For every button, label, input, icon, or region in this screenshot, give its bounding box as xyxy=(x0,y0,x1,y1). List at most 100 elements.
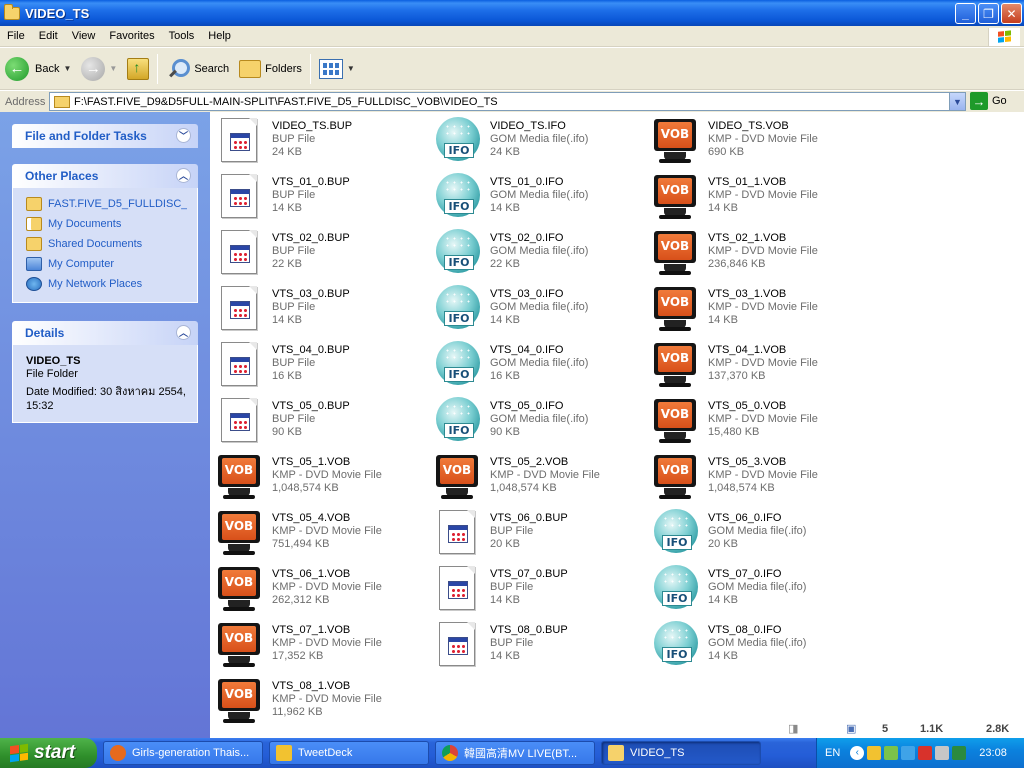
views-button[interactable]: ▼ xyxy=(314,51,360,87)
file-info: VTS_05_0.BUP BUP File 90 KB xyxy=(272,396,350,439)
vob-file-icon: VOB xyxy=(652,228,700,276)
address-field[interactable]: F:\FAST.FIVE_D9&D5FULL-MAIN-SPLIT\FAST.F… xyxy=(49,92,966,111)
place-link[interactable]: My Computer xyxy=(26,254,187,274)
file-item[interactable]: VOB VTS_05_4.VOB KMP - DVD Movie File 751,4… xyxy=(216,508,431,562)
file-item[interactable]: VTS_05_0.BUP BUP File 90 KB xyxy=(216,396,431,450)
back-button[interactable]: ← Back ▼ xyxy=(0,51,76,87)
file-item[interactable]: VTS_04_0.BUP BUP File 16 KB xyxy=(216,340,431,394)
file-info: VTS_02_0.IFO GOM Media file(.ifo) 22 KB xyxy=(490,228,588,271)
language-indicator[interactable]: EN xyxy=(825,747,840,759)
file-size: 20 KB xyxy=(708,538,738,550)
file-info: VTS_02_1.VOB KMP - DVD Movie File 236,846 … xyxy=(708,228,818,271)
tweetdeck-icon xyxy=(276,745,292,761)
collapse-icon[interactable]: ︿ xyxy=(176,325,191,340)
file-item[interactable]: VTS_01_0.BUP BUP File 14 KB xyxy=(216,172,431,226)
file-name: VIDEO_TS.BUP xyxy=(272,120,353,132)
file-item[interactable]: VTS_06_0.BUP BUP File 20 KB xyxy=(434,508,649,562)
address-dropdown-button[interactable]: ▼ xyxy=(949,93,965,110)
taskbar-button[interactable]: Girls-generation Thais... xyxy=(103,741,263,765)
file-type: KMP - DVD Movie File xyxy=(708,189,818,201)
tray-app-icon[interactable] xyxy=(901,746,916,760)
expand-icon[interactable]: ﹀ xyxy=(176,128,191,143)
file-size: 262,312 KB xyxy=(272,594,330,606)
other-places-header[interactable]: Other Places ︿ xyxy=(12,164,198,188)
file-item[interactable]: VTS_03_0.BUP BUP File 14 KB xyxy=(216,284,431,338)
file-item[interactable]: VOB VTS_04_1.VOB KMP - DVD Movie File 137,3… xyxy=(652,340,867,394)
place-link[interactable]: My Documents xyxy=(26,214,187,234)
file-type: KMP - DVD Movie File xyxy=(708,245,818,257)
collapse-icon[interactable]: ︿ xyxy=(176,168,191,183)
file-item[interactable]: VOB VTS_05_3.VOB KMP - DVD Movie File 1,048… xyxy=(652,452,867,506)
file-item[interactable]: VOB VTS_06_1.VOB KMP - DVD Movie File 262,3… xyxy=(216,564,431,618)
file-item[interactable]: VIDEO_TS.BUP BUP File 24 KB xyxy=(216,116,431,170)
tray-app-icon[interactable] xyxy=(867,746,882,760)
folders-button[interactable]: Folders xyxy=(234,51,307,87)
file-item[interactable]: VOB VTS_03_1.VOB KMP - DVD Movie File 14 KB xyxy=(652,284,867,338)
tray-app-icon[interactable] xyxy=(884,746,899,760)
tray-expand-icon[interactable]: ‹ xyxy=(850,746,865,760)
file-name: VTS_08_1.VOB xyxy=(272,680,351,692)
taskbar-button[interactable]: TweetDeck xyxy=(269,741,429,765)
file-folder-tasks-title: File and Folder Tasks xyxy=(25,129,147,143)
menu-tools[interactable]: Tools xyxy=(162,30,202,42)
tray-app-icon[interactable] xyxy=(952,746,967,760)
folders-icon xyxy=(239,59,262,78)
search-label: Search xyxy=(194,62,230,75)
file-item[interactable]: IFO VTS_05_0.IFO GOM Media file(.ifo) 90 KB xyxy=(434,396,649,450)
tray-app-icon[interactable] xyxy=(918,746,933,760)
file-item[interactable]: VOB VTS_08_1.VOB KMP - DVD Movie File 11,96… xyxy=(216,676,431,730)
file-info: VTS_08_0.BUP BUP File 14 KB xyxy=(490,620,568,663)
file-item[interactable]: IFO VTS_01_0.IFO GOM Media file(.ifo) 14 KB xyxy=(434,172,649,226)
place-link[interactable]: My Network Places xyxy=(26,274,187,294)
menu-help[interactable]: Help xyxy=(201,30,238,42)
file-item[interactable]: IFO VTS_08_0.IFO GOM Media file(.ifo) 14 KB xyxy=(652,620,867,674)
tray-app-icon[interactable] xyxy=(935,746,950,760)
file-type: GOM Media file(.ifo) xyxy=(490,245,589,257)
search-button[interactable]: Search xyxy=(161,51,234,87)
minimize-button[interactable]: _ xyxy=(955,3,976,24)
close-button[interactable]: ✕ xyxy=(1001,3,1022,24)
file-name: VTS_05_1.VOB xyxy=(272,456,351,468)
file-item[interactable]: VOB VTS_02_1.VOB KMP - DVD Movie File 236,8… xyxy=(652,228,867,282)
folder-icon xyxy=(54,95,70,108)
file-item[interactable]: VOB VTS_05_0.VOB KMP - DVD Movie File 15,48… xyxy=(652,396,867,450)
maximize-button[interactable]: ❐ xyxy=(978,3,999,24)
place-link[interactable]: Shared Documents xyxy=(26,234,187,254)
go-button[interactable]: → Go xyxy=(970,92,1007,110)
menu-view[interactable]: View xyxy=(65,30,103,42)
file-item[interactable]: VOB VIDEO_TS.VOB KMP - DVD Movie File 690 K… xyxy=(652,116,867,170)
file-item[interactable]: VTS_07_0.BUP BUP File 14 KB xyxy=(434,564,649,618)
file-item[interactable]: VOB VTS_01_1.VOB KMP - DVD Movie File 14 KB xyxy=(652,172,867,226)
taskbar-button[interactable]: VIDEO_TS xyxy=(601,741,761,765)
file-item[interactable]: VOB VTS_05_2.VOB KMP - DVD Movie File 1,048… xyxy=(434,452,649,506)
file-type: GOM Media file(.ifo) xyxy=(490,357,589,369)
file-info: VTS_01_1.VOB KMP - DVD Movie File 14 KB xyxy=(708,172,818,215)
file-item[interactable]: VOB VTS_07_1.VOB KMP - DVD Movie File 17,35… xyxy=(216,620,431,674)
file-item[interactable]: VTS_02_0.BUP BUP File 22 KB xyxy=(216,228,431,282)
taskbar-button[interactable]: 韓國高清MV LIVE(BT... xyxy=(435,741,595,765)
place-link[interactable]: FAST.FIVE_D5_FULLDISC_\ xyxy=(26,194,187,214)
file-item[interactable]: VOB VTS_05_1.VOB KMP - DVD Movie File 1,048… xyxy=(216,452,431,506)
file-name: VTS_05_0.IFO xyxy=(490,400,564,412)
file-item[interactable]: IFO VIDEO_TS.IFO GOM Media file(.ifo) 24 KB xyxy=(434,116,649,170)
file-item[interactable]: IFO VTS_03_0.IFO GOM Media file(.ifo) 14 KB xyxy=(434,284,649,338)
file-item[interactable]: IFO VTS_06_0.IFO GOM Media file(.ifo) 20 KB xyxy=(652,508,867,562)
details-header[interactable]: Details ︿ xyxy=(12,321,198,345)
vob-file-icon: VOB xyxy=(652,340,700,388)
menu-favorites[interactable]: Favorites xyxy=(102,30,161,42)
menu-edit[interactable]: Edit xyxy=(32,30,65,42)
file-item[interactable]: IFO VTS_04_0.IFO GOM Media file(.ifo) 16 KB xyxy=(434,340,649,394)
windows-logo-icon xyxy=(988,28,1020,46)
forward-button[interactable]: → ▼ xyxy=(76,51,122,87)
start-button[interactable]: start xyxy=(0,738,97,768)
menu-file[interactable]: File xyxy=(0,30,32,42)
file-item[interactable]: VTS_08_0.BUP BUP File 14 KB xyxy=(434,620,649,674)
file-item[interactable]: IFO VTS_02_0.IFO GOM Media file(.ifo) 22 KB xyxy=(434,228,649,282)
up-folder-button[interactable] xyxy=(122,51,154,87)
chevron-down-icon[interactable]: ▼ xyxy=(63,64,71,73)
file-type: KMP - DVD Movie File xyxy=(272,581,382,593)
file-item[interactable]: IFO VTS_07_0.IFO GOM Media file(.ifo) 14 KB xyxy=(652,564,867,618)
file-folder-tasks-header[interactable]: File and Folder Tasks ﹀ xyxy=(12,124,198,148)
chevron-down-icon[interactable]: ▼ xyxy=(109,64,117,73)
back-arrow-icon: ← xyxy=(5,56,29,81)
